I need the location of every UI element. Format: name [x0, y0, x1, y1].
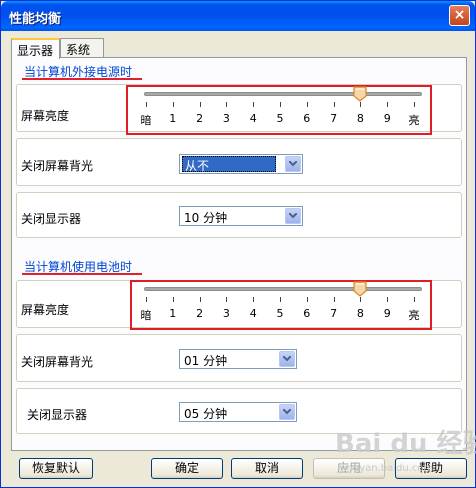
slider-tick-label: 7	[330, 112, 338, 125]
ac-display-group: 关闭显示器 10 分钟	[16, 192, 462, 238]
ac-display-value: 10 分钟	[184, 211, 228, 225]
battery-display-value: 05 分钟	[184, 407, 228, 421]
ac-brightness-slider[interactable]: 暗 1 2 3 4 5 6 7 8 9 亮	[136, 86, 426, 132]
slider-tick-label: 6	[303, 112, 311, 125]
slider-tick	[333, 297, 335, 302]
slider-tick	[226, 102, 228, 107]
slider-track[interactable]	[144, 287, 422, 291]
slider-tick	[306, 297, 308, 302]
slider-tick	[333, 102, 335, 107]
slider-tick	[253, 297, 255, 302]
slider-tick	[253, 102, 255, 107]
cancel-button[interactable]: 取消	[231, 458, 303, 479]
chevron-down-icon[interactable]	[279, 351, 295, 367]
slider-tick	[387, 102, 389, 107]
chevron-down-icon[interactable]	[285, 208, 301, 224]
slider-tick	[360, 102, 362, 107]
power-dialog-window: 性能均衡 × 显示器 系统 当计算机外接电源时 屏幕亮度 暗123456789亮…	[0, 0, 476, 488]
ac-display-select[interactable]: 10 分钟	[179, 206, 303, 226]
slider-tick	[199, 297, 201, 302]
slider-tick	[172, 297, 174, 302]
slider-track[interactable]	[144, 92, 422, 96]
tab-panel: 当计算机外接电源时 屏幕亮度 暗123456789亮 关闭屏幕背光 从不 关闭显…	[11, 57, 467, 451]
watermark-logo: Bai du 经验	[335, 429, 476, 459]
section-battery-underline	[22, 273, 142, 275]
ac-backlight-value: 从不	[182, 156, 276, 173]
ac-backlight-select[interactable]: 从不	[179, 154, 303, 174]
battery-backlight-select[interactable]: 01 分钟	[179, 349, 297, 369]
slider-tick-label: 5	[276, 307, 284, 320]
battery-display-label: 关闭显示器	[27, 408, 88, 422]
slider-tick-label: 4	[249, 307, 257, 320]
slider-tick-label: 6	[303, 307, 311, 320]
slider-tick	[360, 297, 362, 302]
slider-tick-label: 亮	[408, 309, 420, 322]
slider-tick	[172, 102, 174, 107]
slider-tick-label: 亮	[408, 114, 420, 127]
close-icon: ×	[453, 7, 466, 23]
slider-tick-label: 8	[356, 112, 364, 125]
battery-backlight-label: 关闭屏幕背光	[21, 355, 94, 369]
slider-tick	[280, 297, 281, 302]
chevron-down-icon[interactable]	[285, 156, 301, 172]
ac-brightness-label: 屏幕亮度	[21, 109, 70, 123]
slider-tick-label: 2	[196, 307, 204, 320]
ac-backlight-group: 关闭屏幕背光 从不	[16, 138, 462, 186]
slider-tick-label: 2	[196, 112, 204, 125]
tab-display[interactable]: 显示器	[11, 38, 60, 59]
slider-tick-label: 5	[276, 112, 284, 125]
battery-display-select[interactable]: 05 分钟	[179, 402, 297, 422]
ac-backlight-label: 关闭屏幕背光	[21, 159, 94, 173]
slider-thumb[interactable]	[353, 281, 367, 297]
window-title: 性能均衡	[9, 12, 62, 27]
title-bar[interactable]: 性能均衡 ×	[1, 1, 475, 31]
slider-tick-label: 暗	[140, 309, 152, 322]
ac-display-label: 关闭显示器	[21, 212, 82, 226]
battery-brightness-slider[interactable]: 暗 1 2 3 4 5 6 7 8 9 亮	[136, 281, 426, 327]
slider-tick-label: 7	[330, 307, 338, 320]
slider-tick	[199, 102, 201, 107]
ok-button[interactable]: 确定	[151, 458, 223, 479]
slider-tick-label: 1	[169, 112, 177, 125]
battery-backlight-value: 01 分钟	[184, 354, 228, 368]
slider-tick-label: 3	[222, 307, 230, 320]
slider-tick-label: 暗	[140, 114, 152, 127]
chevron-down-icon[interactable]	[279, 404, 295, 420]
slider-tick	[146, 297, 147, 302]
watermark-url: jingyan.baidu.com	[341, 463, 434, 474]
restore-defaults-button[interactable]: 恢复默认	[19, 458, 93, 479]
slider-tick	[306, 102, 308, 107]
slider-tick	[226, 297, 228, 302]
slider-tick	[387, 297, 389, 302]
slider-tick-label: 3	[222, 112, 230, 125]
slider-thumb[interactable]	[353, 86, 367, 102]
slider-tick-label: 4	[249, 112, 257, 125]
slider-tick	[414, 297, 415, 302]
slider-tick-label: 8	[356, 307, 364, 320]
slider-tick	[414, 102, 415, 107]
watermark: Bai du 经验 jingyan.baidu.com	[335, 423, 476, 485]
battery-brightness-label: 屏幕亮度	[21, 303, 70, 317]
slider-tick-label: 9	[383, 307, 391, 320]
tab-system[interactable]: 系统	[60, 38, 104, 58]
close-button[interactable]: ×	[449, 5, 470, 26]
section-ac-underline	[22, 78, 142, 80]
slider-tick-label: 1	[169, 307, 177, 320]
slider-tick-label: 9	[383, 112, 391, 125]
slider-tick	[146, 102, 147, 107]
battery-backlight-group: 关闭屏幕背光 01 分钟	[16, 334, 462, 382]
slider-tick	[280, 102, 281, 107]
